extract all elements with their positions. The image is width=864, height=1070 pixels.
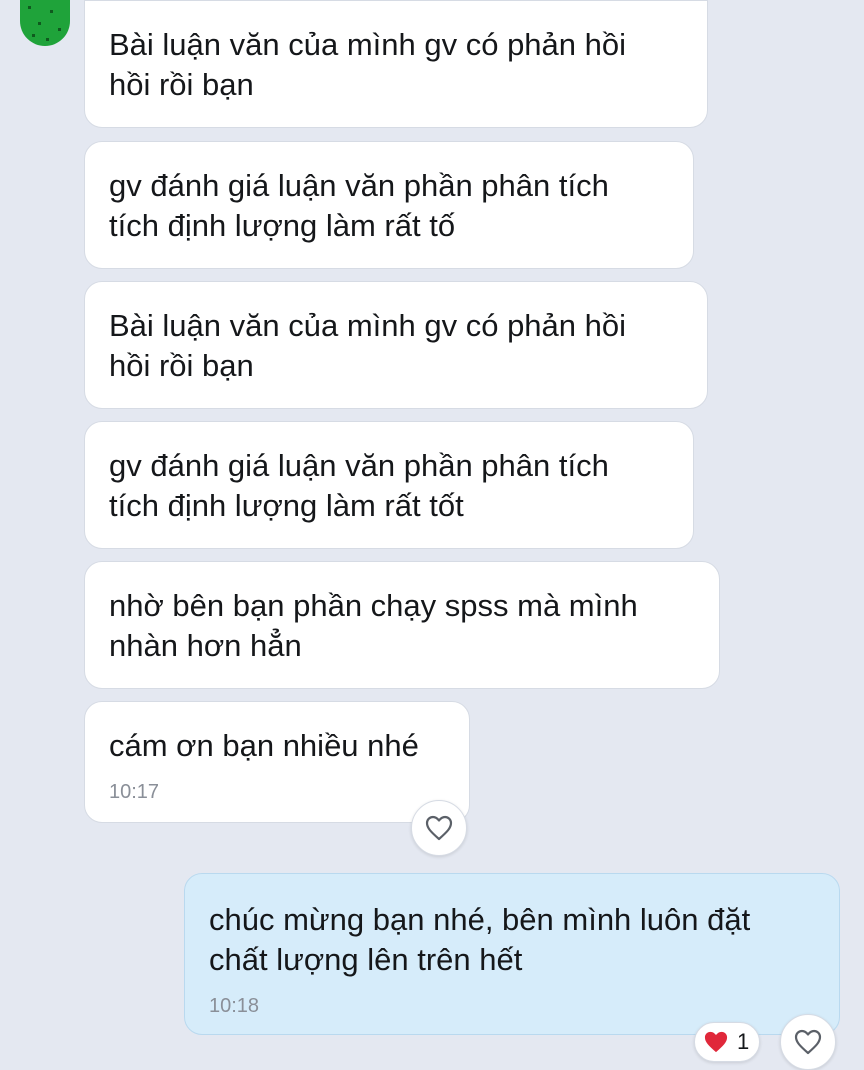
- message-text-line: cám ơn bạn nhiều nhé: [109, 728, 419, 763]
- heart-outline-icon: [425, 815, 453, 841]
- message-text-line: Bài luận văn của mình gv có phản hồi: [109, 27, 627, 62]
- message-text-line: tích định lượng làm rất tốt: [109, 488, 464, 523]
- message-text-line: chất lượng lên trên hết: [209, 942, 523, 977]
- contact-avatar[interactable]: [20, 0, 70, 46]
- message-text-line: tích định lượng làm rất tố: [109, 208, 456, 243]
- message-bubble-incoming[interactable]: gv đánh giá luận văn phần phân tích tích…: [84, 141, 694, 269]
- message-text-line: nhờ bên bạn phần chạy spss mà mình: [109, 588, 638, 623]
- react-button[interactable]: [780, 1014, 836, 1070]
- message-bubble-outgoing[interactable]: chúc mừng bạn nhé, bên mình luôn đặt chấ…: [184, 873, 840, 1035]
- react-button[interactable]: [411, 800, 467, 856]
- message-text-line: gv đánh giá luận văn phần phân tích: [109, 448, 609, 483]
- message-bubble-incoming[interactable]: nhờ bên bạn phần chạy spss mà mình nhàn …: [84, 561, 720, 689]
- message-text-line: gv đánh giá luận văn phần phân tích: [109, 168, 609, 203]
- message-bubble-incoming[interactable]: Bài luận văn của mình gv có phản hồi hồi…: [84, 0, 708, 128]
- message-text-line: hồi rồi bạn: [109, 67, 254, 102]
- message-timestamp: 10:17: [109, 781, 160, 803]
- message-bubble-incoming[interactable]: gv đánh giá luận văn phần phân tích tích…: [84, 421, 694, 549]
- red-heart-icon: [704, 1031, 728, 1053]
- message-text-line: nhàn hơn hẳn: [109, 628, 302, 663]
- message-bubble-incoming[interactable]: Bài luận văn của mình gv có phản hồi hồi…: [84, 281, 708, 409]
- message-text-line: hồi rồi bạn: [109, 348, 254, 383]
- message-timestamp: 10:18: [209, 995, 260, 1017]
- message-text-line: Bài luận văn của mình gv có phản hồi: [109, 308, 627, 343]
- heart-outline-icon: [794, 1029, 822, 1055]
- message-text-line: chúc mừng bạn nhé, bên mình luôn đặt: [209, 902, 751, 937]
- message-bubble-incoming[interactable]: cám ơn bạn nhiều nhé 10:17: [84, 701, 470, 823]
- reaction-count: 1: [737, 1029, 750, 1054]
- reaction-badge[interactable]: 1: [694, 1022, 761, 1062]
